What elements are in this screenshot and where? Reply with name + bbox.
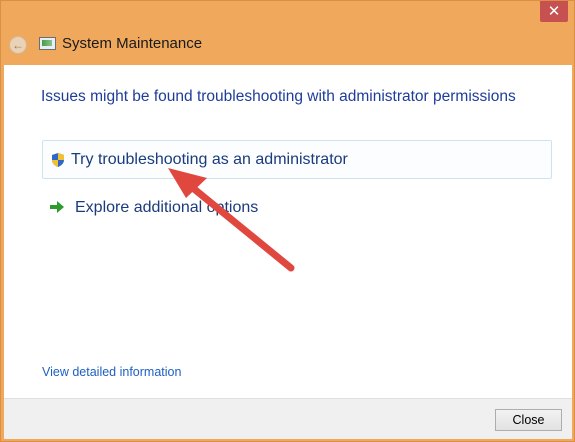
back-button[interactable]: ← <box>9 36 27 54</box>
back-arrow-icon: ← <box>12 38 24 52</box>
explore-options-label: Explore additional options <box>75 199 259 216</box>
green-arrow-icon <box>50 201 64 213</box>
window-close-button[interactable]: ✕ <box>540 1 568 22</box>
explore-options-option[interactable]: Explore additional options <box>42 191 342 221</box>
view-detailed-information-link[interactable]: View detailed information <box>42 365 181 379</box>
footer-bar: Close <box>4 398 572 439</box>
try-admin-option[interactable]: Try troubleshooting as an administrator <box>42 140 552 179</box>
page-heading: Issues might be found troubleshooting wi… <box>41 88 516 105</box>
try-admin-label: Try troubleshooting as an administrator <box>71 151 348 168</box>
window-title: System Maintenance <box>62 35 203 52</box>
system-maintenance-icon <box>39 37 56 50</box>
close-icon: ✕ <box>547 3 561 20</box>
main-content: Issues might be found troubleshooting wi… <box>4 65 572 398</box>
close-button[interactable]: Close <box>495 409 562 431</box>
shield-icon <box>52 153 64 167</box>
troubleshooter-window: ✕ ← System Maintenance Issues might be f… <box>0 0 575 442</box>
title-bar: ✕ ← System Maintenance <box>1 1 574 65</box>
